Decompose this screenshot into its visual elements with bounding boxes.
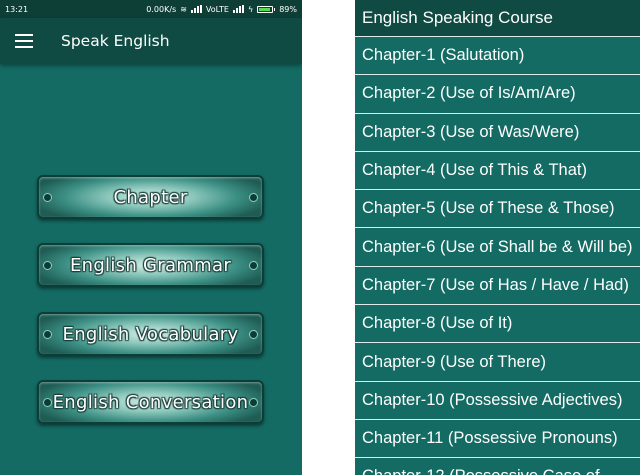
drawer-item-chapter-3[interactable]: Chapter-3 (Use of Was/Were)	[355, 114, 640, 152]
english-conversation-button[interactable]: English Conversation	[37, 380, 264, 424]
drawer-item-chapter-9[interactable]: Chapter-9 (Use of There)	[355, 343, 640, 382]
drawer-header: English Speaking Course	[355, 0, 640, 37]
app-title: Speak English	[61, 32, 170, 50]
signal-icon-2	[232, 5, 244, 13]
charging-icon: ϟ	[247, 4, 254, 14]
button-label: English Conversation	[52, 391, 249, 413]
drawer-item-chapter-6[interactable]: Chapter-6 (Use of Shall be & Will be)	[355, 228, 640, 267]
left-rivet-icon	[43, 397, 52, 407]
network-speed: 0.00K/s	[146, 4, 177, 14]
drawer-item-chapter-11[interactable]: Chapter-11 (Possessive Pronouns)	[355, 420, 640, 459]
left-rivet-icon	[43, 329, 52, 339]
drawer-item-chapter-4[interactable]: Chapter-4 (Use of This & That)	[355, 152, 640, 191]
left-rivet-icon	[43, 260, 52, 270]
button-label: English Grammar	[69, 254, 232, 276]
right-rivet-icon	[249, 260, 258, 270]
button-label: Chapter	[113, 186, 188, 208]
left-rivet-icon	[43, 192, 52, 202]
drawer-item-chapter-8[interactable]: Chapter-8 (Use of It)	[355, 305, 640, 344]
drawer-item-chapter-1[interactable]: Chapter-1 (Salutation)	[355, 37, 640, 76]
drawer-item-chapter-10[interactable]: Chapter-10 (Possessive Adjectives)	[355, 382, 640, 420]
drawer-item-chapter-7[interactable]: Chapter-7 (Use of Has / Have / Had)	[355, 267, 640, 306]
english-vocabulary-button[interactable]: English Vocabulary	[37, 312, 264, 356]
chapter-button[interactable]: Chapter	[37, 175, 264, 219]
hamburger-menu-icon[interactable]	[15, 34, 33, 48]
right-rivet-icon	[249, 397, 258, 407]
right-rivet-icon	[249, 192, 258, 202]
battery-fill	[259, 7, 270, 11]
battery-icon	[257, 5, 276, 13]
wifi-icon: ≋	[180, 4, 187, 14]
right-rivet-icon	[249, 329, 258, 339]
signal-icon	[190, 5, 202, 13]
app-bar: Speak English	[0, 18, 302, 64]
main-screen: 13:21 0.00K/s ≋ VoLTE ϟ 89% Speak Englis…	[0, 0, 302, 475]
drawer-item-chapter-2[interactable]: Chapter-2 (Use of Is/Am/Are)	[355, 75, 640, 114]
button-label: English Vocabulary	[62, 323, 239, 345]
status-bar: 13:21 0.00K/s ≋ VoLTE ϟ 89%	[0, 0, 302, 18]
drawer-item-chapter-5[interactable]: Chapter-5 (Use of These & Those)	[355, 190, 640, 229]
status-time: 13:21	[5, 4, 29, 14]
english-grammar-button[interactable]: English Grammar	[37, 243, 264, 287]
navigation-drawer: English Speaking Course Chapter-1 (Salut…	[355, 0, 640, 475]
network-type: VoLTE	[205, 4, 229, 14]
drawer-item-chapter-12[interactable]: Chapter-12 (Possessive Case of...	[355, 458, 640, 475]
battery-percent: 89%	[279, 4, 297, 14]
